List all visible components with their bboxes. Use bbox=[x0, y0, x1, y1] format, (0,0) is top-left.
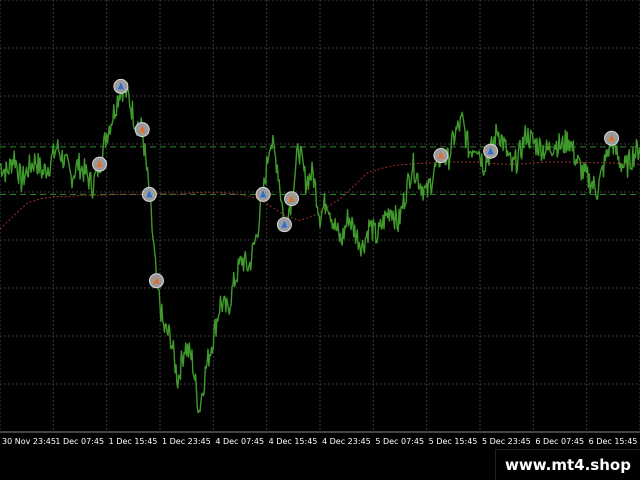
x-tick-label: 1 Dec 07:45 bbox=[55, 437, 104, 446]
x-tick-label: 1 Dec 23:45 bbox=[162, 437, 211, 446]
trade-marker-10[interactable] bbox=[604, 130, 620, 146]
x-tick-label: 5 Dec 07:45 bbox=[375, 437, 424, 446]
trade-marker-4[interactable] bbox=[148, 273, 164, 289]
x-tick-label: 6 Dec 15:45 bbox=[589, 437, 638, 446]
chart-canvas[interactable]: 30 Nov 23:45 1 Dec 07:45 1 Dec 15:45 1 Dec … bbox=[0, 0, 640, 480]
trade-markers[interactable] bbox=[92, 78, 620, 289]
trade-marker-6[interactable] bbox=[284, 191, 300, 207]
x-tick-label: 4 Dec 23:45 bbox=[322, 437, 371, 446]
x-tick-label: 4 Dec 07:45 bbox=[215, 437, 264, 446]
x-tick-label: 6 Dec 07:45 bbox=[535, 437, 584, 446]
chart-grid bbox=[0, 0, 640, 433]
x-tick-label: 1 Dec 15:45 bbox=[109, 437, 158, 446]
x-tick-label: 5 Dec 23:45 bbox=[482, 437, 531, 446]
trade-marker-7[interactable] bbox=[276, 217, 292, 233]
x-tick-label: 30 Nov 23:45 bbox=[2, 437, 56, 446]
x-tick-label: 4 Dec 15:45 bbox=[269, 437, 318, 446]
x-tick-label: 5 Dec 15:45 bbox=[429, 437, 478, 446]
trade-marker-0[interactable] bbox=[92, 156, 108, 172]
trade-marker-8[interactable] bbox=[433, 148, 449, 164]
trade-marker-1[interactable] bbox=[113, 78, 129, 94]
trade-marker-3[interactable] bbox=[141, 186, 157, 202]
trade-marker-2[interactable] bbox=[134, 122, 150, 138]
price-chart[interactable]: 30 Nov 23:45 1 Dec 07:45 1 Dec 15:45 1 Dec … bbox=[0, 0, 640, 480]
watermark-logo: www.mt4.shop bbox=[495, 449, 640, 480]
time-axis: 30 Nov 23:45 1 Dec 07:45 1 Dec 15:45 1 Dec … bbox=[0, 431, 640, 446]
trade-marker-5[interactable] bbox=[255, 186, 271, 202]
trade-marker-9[interactable] bbox=[483, 143, 499, 159]
